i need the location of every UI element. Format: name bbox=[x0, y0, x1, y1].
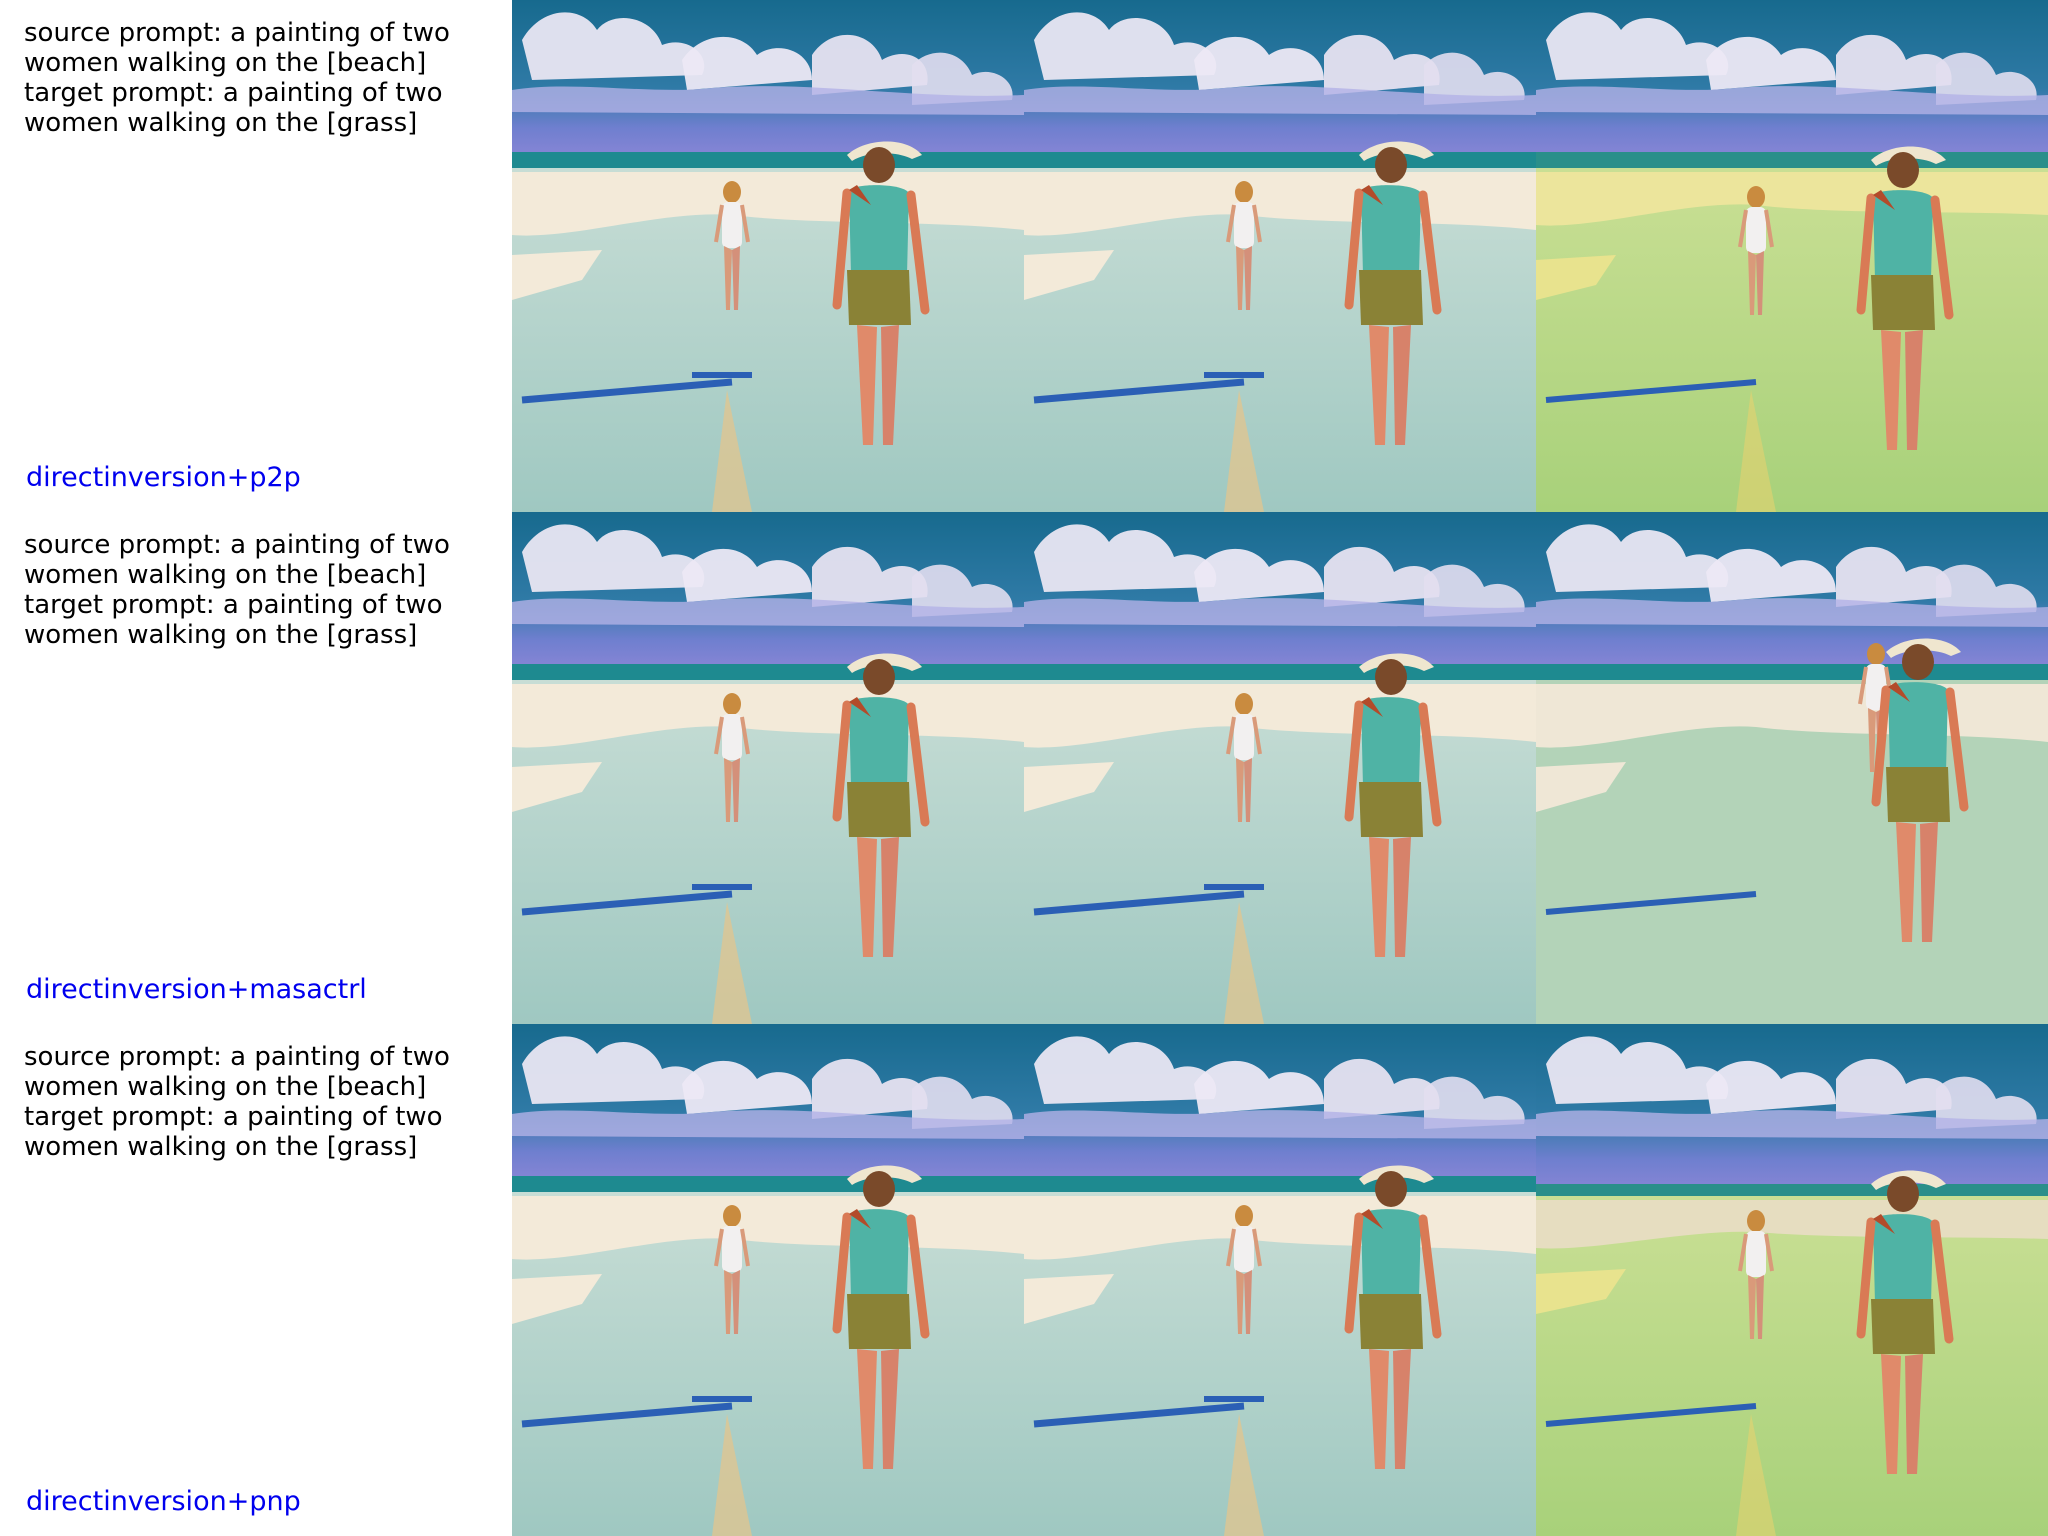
row-label-panel: source prompt: a painting of two women w… bbox=[0, 512, 512, 1024]
method-label: directinversion+masactrl bbox=[26, 974, 367, 1005]
method-label: directinversion+p2p bbox=[26, 462, 301, 493]
reconstruction-painting-icon bbox=[1024, 1024, 1536, 1536]
source-painting-icon bbox=[512, 1024, 1024, 1536]
source-painting-icon bbox=[512, 0, 1024, 512]
reconstruction-painting-icon bbox=[1024, 512, 1536, 1024]
prompt-line: women walking on the [grass] bbox=[24, 1132, 418, 1162]
reconstruction-image bbox=[1024, 1024, 1536, 1536]
prompt-line: source prompt: a painting of two bbox=[24, 1042, 450, 1072]
row-label-panel: source prompt: a painting of two women w… bbox=[0, 0, 512, 512]
prompt-line: target prompt: a painting of two bbox=[24, 1102, 443, 1132]
prompt-line: target prompt: a painting of two bbox=[24, 78, 443, 108]
source-image bbox=[512, 512, 1024, 1024]
edited-image bbox=[1536, 512, 2048, 1024]
source-painting-icon bbox=[512, 512, 1024, 1024]
prompt-line: source prompt: a painting of two bbox=[24, 530, 450, 560]
comparison-row-p2p: source prompt: a painting of two women w… bbox=[0, 0, 2048, 512]
prompt-line: women walking on the [beach] bbox=[24, 1072, 427, 1102]
prompt-text: source prompt: a painting of two women w… bbox=[24, 530, 484, 650]
edited-image bbox=[1536, 1024, 2048, 1536]
edited-painting-icon bbox=[1536, 0, 2048, 512]
prompt-line: women walking on the [grass] bbox=[24, 620, 418, 650]
edited-painting-icon bbox=[1536, 512, 2048, 1024]
comparison-row-masactrl: source prompt: a painting of two women w… bbox=[0, 512, 2048, 1024]
comparison-row-pnp: source prompt: a painting of two women w… bbox=[0, 1024, 2048, 1536]
prompt-line: source prompt: a painting of two bbox=[24, 18, 450, 48]
prompt-line: women walking on the [beach] bbox=[24, 560, 427, 590]
prompt-line: women walking on the [grass] bbox=[24, 108, 418, 138]
reconstruction-image bbox=[1024, 512, 1536, 1024]
prompt-line: women walking on the [beach] bbox=[24, 48, 427, 78]
reconstruction-painting-icon bbox=[1024, 0, 1536, 512]
prompt-line: target prompt: a painting of two bbox=[24, 590, 443, 620]
edited-image bbox=[1536, 0, 2048, 512]
prompt-text: source prompt: a painting of two women w… bbox=[24, 1042, 484, 1162]
method-label: directinversion+pnp bbox=[26, 1486, 301, 1517]
row-label-panel: source prompt: a painting of two women w… bbox=[0, 1024, 512, 1536]
source-image bbox=[512, 0, 1024, 512]
edited-painting-icon bbox=[1536, 1024, 2048, 1536]
prompt-text: source prompt: a painting of two women w… bbox=[24, 18, 484, 138]
source-image bbox=[512, 1024, 1024, 1536]
reconstruction-image bbox=[1024, 0, 1536, 512]
